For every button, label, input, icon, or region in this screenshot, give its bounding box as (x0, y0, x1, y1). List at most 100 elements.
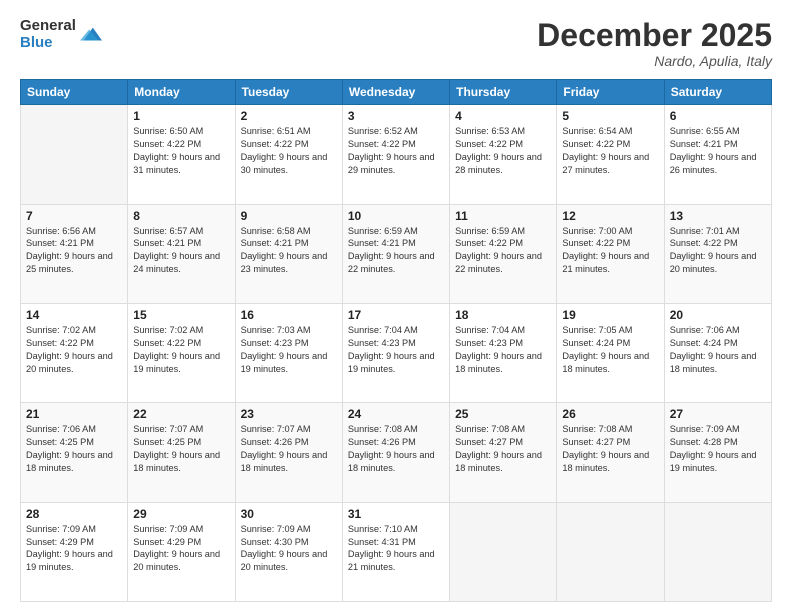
calendar-week-2: 14 Sunrise: 7:02 AM Sunset: 4:22 PM Dayli… (21, 303, 772, 402)
day-number: 21 (26, 407, 122, 421)
calendar-header-row: Sunday Monday Tuesday Wednesday Thursday… (21, 80, 772, 105)
day-info: Sunrise: 7:04 AM Sunset: 4:23 PM Dayligh… (348, 324, 444, 376)
day-info: Sunrise: 7:00 AM Sunset: 4:22 PM Dayligh… (562, 225, 658, 277)
day-info: Sunrise: 7:08 AM Sunset: 4:27 PM Dayligh… (455, 423, 551, 475)
calendar-cell: 11 Sunrise: 6:59 AM Sunset: 4:22 PM Dayli… (450, 204, 557, 303)
logo-icon (80, 24, 102, 46)
day-number: 9 (241, 209, 337, 223)
logo-blue-text: Blue (20, 35, 76, 52)
day-number: 2 (241, 109, 337, 123)
day-info: Sunrise: 7:10 AM Sunset: 4:31 PM Dayligh… (348, 523, 444, 575)
calendar-cell: 27 Sunrise: 7:09 AM Sunset: 4:28 PM Dayli… (664, 403, 771, 502)
day-number: 31 (348, 507, 444, 521)
logo-general-text: General (20, 18, 76, 35)
day-number: 18 (455, 308, 551, 322)
calendar-cell: 18 Sunrise: 7:04 AM Sunset: 4:23 PM Dayli… (450, 303, 557, 402)
day-info: Sunrise: 6:53 AM Sunset: 4:22 PM Dayligh… (455, 125, 551, 177)
calendar-cell: 20 Sunrise: 7:06 AM Sunset: 4:24 PM Dayli… (664, 303, 771, 402)
day-info: Sunrise: 7:06 AM Sunset: 4:24 PM Dayligh… (670, 324, 766, 376)
col-friday: Friday (557, 80, 664, 105)
day-info: Sunrise: 6:52 AM Sunset: 4:22 PM Dayligh… (348, 125, 444, 177)
day-info: Sunrise: 7:08 AM Sunset: 4:27 PM Dayligh… (562, 423, 658, 475)
day-info: Sunrise: 6:58 AM Sunset: 4:21 PM Dayligh… (241, 225, 337, 277)
calendar-cell: 6Sunrise: 6:55 AM Sunset: 4:21 PM Daylig… (664, 105, 771, 204)
col-wednesday: Wednesday (342, 80, 449, 105)
calendar-cell: 8Sunrise: 6:57 AM Sunset: 4:21 PM Daylig… (128, 204, 235, 303)
day-number: 14 (26, 308, 122, 322)
day-info: Sunrise: 7:02 AM Sunset: 4:22 PM Dayligh… (133, 324, 229, 376)
month-title: December 2025 (537, 18, 772, 53)
calendar-cell: 14 Sunrise: 7:02 AM Sunset: 4:22 PM Dayli… (21, 303, 128, 402)
page: General Blue December 2025 Nardo, Apulia… (0, 0, 792, 612)
day-number: 16 (241, 308, 337, 322)
calendar-cell: 3 Sunrise: 6:52 AM Sunset: 4:22 PM Daylig… (342, 105, 449, 204)
calendar-cell: 29 Sunrise: 7:09 AM Sunset: 4:29 PM Dayli… (128, 502, 235, 601)
day-info: Sunrise: 7:02 AM Sunset: 4:22 PM Dayligh… (26, 324, 122, 376)
day-number: 27 (670, 407, 766, 421)
calendar-cell (664, 502, 771, 601)
col-monday: Monday (128, 80, 235, 105)
day-number: 25 (455, 407, 551, 421)
day-info: Sunrise: 7:08 AM Sunset: 4:26 PM Dayligh… (348, 423, 444, 475)
day-number: 22 (133, 407, 229, 421)
day-number: 29 (133, 507, 229, 521)
day-info: Sunrise: 7:01 AM Sunset: 4:22 PM Dayligh… (670, 225, 766, 277)
calendar-cell: 2 Sunrise: 6:51 AM Sunset: 4:22 PM Daylig… (235, 105, 342, 204)
day-info: Sunrise: 7:04 AM Sunset: 4:23 PM Dayligh… (455, 324, 551, 376)
day-number: 5 (562, 109, 658, 123)
col-sunday: Sunday (21, 80, 128, 105)
calendar-cell (557, 502, 664, 601)
calendar-cell: 26 Sunrise: 7:08 AM Sunset: 4:27 PM Dayli… (557, 403, 664, 502)
col-tuesday: Tuesday (235, 80, 342, 105)
day-number: 23 (241, 407, 337, 421)
day-number: 17 (348, 308, 444, 322)
calendar-cell: 30Sunrise: 7:09 AM Sunset: 4:30 PM Dayli… (235, 502, 342, 601)
calendar-cell: 16 Sunrise: 7:03 AM Sunset: 4:23 PM Dayli… (235, 303, 342, 402)
calendar-week-3: 21 Sunrise: 7:06 AM Sunset: 4:25 PM Dayli… (21, 403, 772, 502)
day-info: Sunrise: 7:05 AM Sunset: 4:24 PM Dayligh… (562, 324, 658, 376)
day-info: Sunrise: 6:50 AM Sunset: 4:22 PM Dayligh… (133, 125, 229, 177)
day-info: Sunrise: 7:07 AM Sunset: 4:25 PM Dayligh… (133, 423, 229, 475)
day-number: 6 (670, 109, 766, 123)
day-info: Sunrise: 7:06 AM Sunset: 4:25 PM Dayligh… (26, 423, 122, 475)
calendar-cell: 1 Sunrise: 6:50 AM Sunset: 4:22 PM Daylig… (128, 105, 235, 204)
calendar-cell: 5 Sunrise: 6:54 AM Sunset: 4:22 PM Daylig… (557, 105, 664, 204)
day-info: Sunrise: 6:59 AM Sunset: 4:21 PM Dayligh… (348, 225, 444, 277)
calendar-week-0: 1 Sunrise: 6:50 AM Sunset: 4:22 PM Daylig… (21, 105, 772, 204)
calendar-cell: 31 Sunrise: 7:10 AM Sunset: 4:31 PM Dayli… (342, 502, 449, 601)
day-number: 1 (133, 109, 229, 123)
day-number: 15 (133, 308, 229, 322)
day-info: Sunrise: 7:09 AM Sunset: 4:29 PM Dayligh… (133, 523, 229, 575)
calendar-cell: 21 Sunrise: 7:06 AM Sunset: 4:25 PM Dayli… (21, 403, 128, 502)
day-info: Sunrise: 6:51 AM Sunset: 4:22 PM Dayligh… (241, 125, 337, 177)
calendar-cell: 13 Sunrise: 7:01 AM Sunset: 4:22 PM Dayli… (664, 204, 771, 303)
day-info: Sunrise: 6:54 AM Sunset: 4:22 PM Dayligh… (562, 125, 658, 177)
day-number: 26 (562, 407, 658, 421)
day-number: 3 (348, 109, 444, 123)
day-number: 7 (26, 209, 122, 223)
calendar-cell (450, 502, 557, 601)
day-number: 13 (670, 209, 766, 223)
calendar-cell: 25 Sunrise: 7:08 AM Sunset: 4:27 PM Dayli… (450, 403, 557, 502)
day-number: 20 (670, 308, 766, 322)
day-number: 11 (455, 209, 551, 223)
col-saturday: Saturday (664, 80, 771, 105)
calendar-cell: 23 Sunrise: 7:07 AM Sunset: 4:26 PM Dayli… (235, 403, 342, 502)
calendar-cell: 24 Sunrise: 7:08 AM Sunset: 4:26 PM Dayli… (342, 403, 449, 502)
calendar-cell: 22 Sunrise: 7:07 AM Sunset: 4:25 PM Dayli… (128, 403, 235, 502)
calendar-cell: 10Sunrise: 6:59 AM Sunset: 4:21 PM Dayli… (342, 204, 449, 303)
day-number: 24 (348, 407, 444, 421)
calendar-week-1: 7Sunrise: 6:56 AM Sunset: 4:21 PM Daylig… (21, 204, 772, 303)
day-info: Sunrise: 7:09 AM Sunset: 4:29 PM Dayligh… (26, 523, 122, 575)
day-info: Sunrise: 7:09 AM Sunset: 4:28 PM Dayligh… (670, 423, 766, 475)
header: General Blue December 2025 Nardo, Apulia… (20, 18, 772, 69)
calendar-cell: 19Sunrise: 7:05 AM Sunset: 4:24 PM Dayli… (557, 303, 664, 402)
day-info: Sunrise: 7:07 AM Sunset: 4:26 PM Dayligh… (241, 423, 337, 475)
calendar-cell: 15 Sunrise: 7:02 AM Sunset: 4:22 PM Dayli… (128, 303, 235, 402)
calendar-cell: 7Sunrise: 6:56 AM Sunset: 4:21 PM Daylig… (21, 204, 128, 303)
day-info: Sunrise: 7:03 AM Sunset: 4:23 PM Dayligh… (241, 324, 337, 376)
location: Nardo, Apulia, Italy (537, 53, 772, 69)
calendar-cell: 17 Sunrise: 7:04 AM Sunset: 4:23 PM Dayli… (342, 303, 449, 402)
calendar-cell: 12Sunrise: 7:00 AM Sunset: 4:22 PM Dayli… (557, 204, 664, 303)
day-info: Sunrise: 6:59 AM Sunset: 4:22 PM Dayligh… (455, 225, 551, 277)
